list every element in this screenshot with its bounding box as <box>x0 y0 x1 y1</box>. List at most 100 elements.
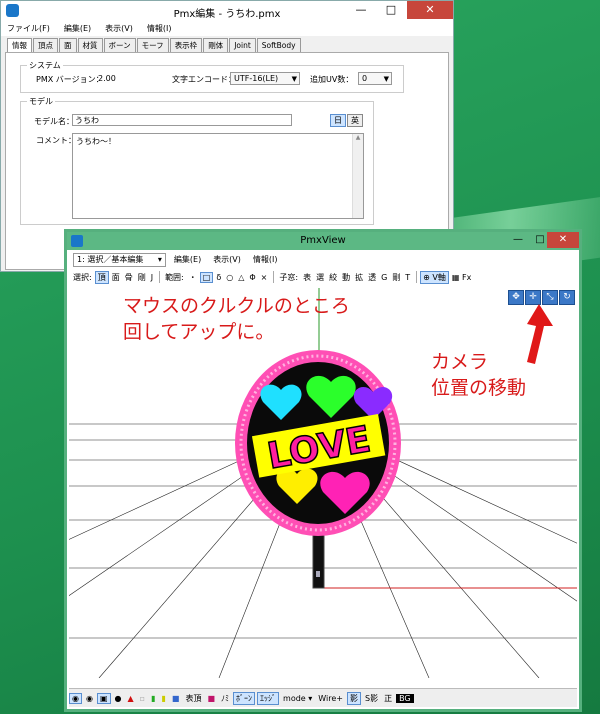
chevron-down-icon: ▼ <box>291 75 297 83</box>
lang-jp-button[interactable]: 日 <box>330 114 346 127</box>
lang-en-button[interactable]: 英 <box>347 114 363 127</box>
rotate-icon[interactable]: ↻ <box>559 290 575 305</box>
sub-t-button[interactable]: T <box>403 273 412 282</box>
status-color-swatch[interactable]: ■ <box>205 694 217 703</box>
sub-move-button[interactable]: 動 <box>340 272 352 283</box>
axis-button[interactable]: ⊕ V軸 <box>420 270 449 284</box>
tab-morph[interactable]: モーフ <box>136 38 169 52</box>
select-rigid-button[interactable]: 剛 <box>136 272 148 283</box>
tab-joint[interactable]: Joint <box>229 38 256 52</box>
fx-label: Fx <box>462 272 472 282</box>
uv-count-select[interactable]: 0 ▼ <box>358 72 392 85</box>
minimize-icon[interactable]: — <box>347 1 375 19</box>
status-display-icon[interactable]: ◉ <box>84 694 95 703</box>
status-red-triangle-icon[interactable]: ▲ <box>126 694 136 703</box>
status-shadow-button[interactable]: 影 <box>346 691 361 705</box>
scene-svg: LOVE <box>69 288 577 678</box>
annotation-wheel-line2: 回してアップに。 <box>123 321 275 343</box>
encode-select[interactable]: UTF-16(LE) ▼ <box>230 72 300 85</box>
status-yellow-icon[interactable]: ▮ <box>160 694 168 703</box>
fan-handle <box>312 531 325 589</box>
model-name-input[interactable]: うちわ <box>72 114 292 126</box>
comment-text: うちわ～！ <box>76 137 116 146</box>
select-vertex-button[interactable]: 頂 <box>94 270 109 284</box>
pmxview-titlebar: PmxView — □ ✕ <box>67 232 579 250</box>
toolbar-divider <box>159 271 161 283</box>
annotation-camera-line1: カメラ <box>431 351 489 373</box>
fx-button[interactable]: ▦ Fx <box>450 273 473 282</box>
pmx-editor-titlebar: Pmx編集 - うちわ.pmx — □ ✕ <box>1 1 453 21</box>
sub-filter-button[interactable]: 絞 <box>327 272 339 283</box>
status-blue-icon[interactable]: ■ <box>170 694 182 703</box>
range-lasso-button[interactable]: δ <box>214 273 223 282</box>
status-wire-button[interactable]: Wire+ <box>316 694 345 703</box>
status-select-icon[interactable]: ◉ <box>69 692 82 704</box>
tab-rigid-body[interactable]: 剛体 <box>203 38 229 52</box>
sub-rigid-button[interactable]: 剛 <box>390 272 402 283</box>
status-selfshadow-button[interactable]: S影 <box>363 693 380 704</box>
annotation-wheel-line1: マウスのクルクルのところ <box>123 295 350 317</box>
close-icon[interactable]: ✕ <box>547 232 579 248</box>
menu-file[interactable]: ファイル(F) <box>7 21 50 36</box>
tab-softbody[interactable]: SoftBody <box>256 38 301 52</box>
status-ortho-button[interactable]: 正 <box>382 693 394 704</box>
chevron-down-icon: ▼ <box>383 75 389 83</box>
status-bone-label[interactable]: ﾎﾞｰﾝ <box>233 691 256 705</box>
status-gray-icon[interactable]: ▫ <box>138 694 147 703</box>
comment-scrollbar[interactable]: ▲ <box>352 134 363 218</box>
menu-info[interactable]: 情報(I) <box>147 21 172 36</box>
minimize-icon[interactable]: — <box>507 232 529 248</box>
menubar: ファイル(F) 編集(E) 表示(V) 情報(I) <box>1 21 453 36</box>
status-green-icon[interactable]: ▮ <box>149 694 157 703</box>
move-xz-icon[interactable]: ✛ <box>525 290 541 305</box>
select-bone-button[interactable]: 骨 <box>123 272 135 283</box>
sub-g-button[interactable]: G <box>379 273 389 282</box>
tab-bone[interactable]: ボーン <box>103 38 136 52</box>
move-xy-icon[interactable]: ✥ <box>508 290 524 305</box>
range-circle-button[interactable]: ○ <box>224 273 235 282</box>
annotation-camera-line2: 位置の移動 <box>431 377 527 399</box>
status-mode-select[interactable]: mode ▾ <box>281 694 314 703</box>
comment-textarea[interactable]: うちわ～！ ▲ <box>72 133 364 219</box>
system-group-label: システム <box>27 60 63 71</box>
status-edge-label[interactable]: ｴｯｼﾞ <box>257 691 280 705</box>
range-point-button[interactable]: ・ <box>187 272 199 283</box>
tab-vertex[interactable]: 頂点 <box>33 38 58 52</box>
select-face-button[interactable]: 面 <box>110 272 122 283</box>
range-triangle-button[interactable]: △ <box>236 273 246 282</box>
model-group-label: モデル <box>27 96 55 107</box>
maximize-icon[interactable]: □ <box>377 1 405 19</box>
menu-view[interactable]: 表示(V) <box>213 254 241 265</box>
menu-view[interactable]: 表示(V) <box>105 21 133 36</box>
sub-select-button[interactable]: 選 <box>314 272 326 283</box>
select-joint-button[interactable]: J <box>149 273 155 282</box>
range-rect-button[interactable]: □ <box>199 271 214 283</box>
tab-info[interactable]: 情報 <box>7 38 32 53</box>
pmxview-window: PmxView — □ ✕ 1: 選択／基本編集 ▾ 編集(E) 表示(V) 情… <box>64 229 582 712</box>
pmxview-menubar: 1: 選択／基本編集 ▾ 編集(E) 表示(V) 情報(I) <box>73 252 290 267</box>
range-cancel-button[interactable]: × <box>259 273 270 282</box>
uchiwa-fan-model: LOVE <box>235 350 401 589</box>
status-box-icon[interactable]: ▣ <box>96 692 111 704</box>
3d-viewport[interactable]: LOVE ✥ ✛ ⤡ ↻ マウスのクルクルのところ 回してアップに。 カメラ 位… <box>69 288 577 678</box>
comment-label: コメント： <box>36 136 76 145</box>
menu-edit[interactable]: 編集(E) <box>64 21 91 36</box>
edit-mode-select[interactable]: 1: 選択／基本編集 ▾ <box>73 252 166 267</box>
tab-face[interactable]: 面 <box>59 38 77 52</box>
zoom-icon[interactable]: ⤡ <box>542 290 558 305</box>
uv-count-label: 追加UV数： <box>310 75 354 84</box>
tab-material[interactable]: 材質 <box>77 38 103 52</box>
status-circle-icon[interactable]: ● <box>113 694 124 703</box>
tab-display-frame[interactable]: 表示枠 <box>169 38 203 52</box>
status-vertex-label[interactable]: 表頂 <box>183 693 203 704</box>
menu-edit[interactable]: 編集(E) <box>174 254 201 265</box>
sub-scale-button[interactable]: 拡 <box>353 272 365 283</box>
sub-display-button[interactable]: 表 <box>301 272 313 283</box>
menu-info[interactable]: 情報(I) <box>253 254 278 265</box>
status-nomi-label[interactable]: ﾉﾐ <box>219 693 231 704</box>
sub-transparent-button[interactable]: 透 <box>366 272 378 283</box>
close-icon[interactable]: ✕ <box>407 1 453 19</box>
status-bg-button[interactable]: BG <box>396 693 414 703</box>
range-phi-button[interactable]: Φ <box>247 273 257 282</box>
toolbar-divider <box>273 271 275 283</box>
